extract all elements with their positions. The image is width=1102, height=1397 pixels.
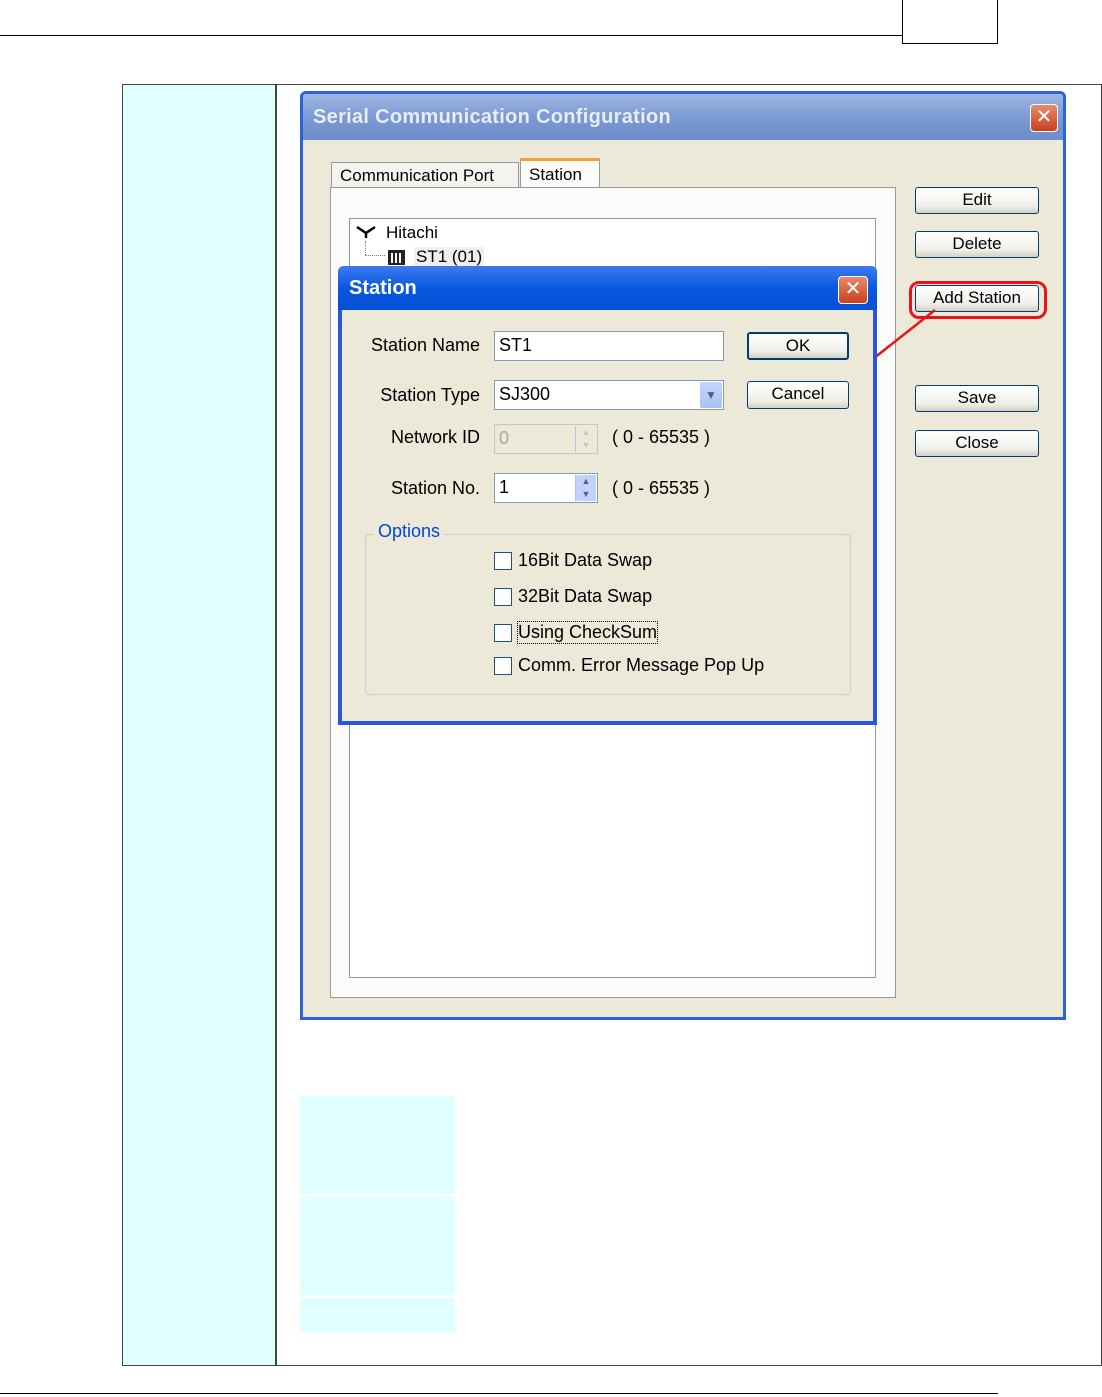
station-type-value: SJ300: [499, 384, 551, 404]
tree-item-st1[interactable]: ST1 (01): [414, 247, 485, 267]
tree-connector: [365, 255, 385, 257]
network-id-label: Network ID: [390, 427, 480, 447]
checkbox-32bit-swap[interactable]: [494, 588, 512, 606]
spin-arrows-icon: ▲ ▼: [575, 426, 596, 452]
table-cell-block-3: [300, 1298, 455, 1332]
checkbox-16bit-swap[interactable]: [494, 552, 512, 570]
station-dialog-titlebar[interactable]: Station ✕: [338, 266, 877, 310]
station-type-select[interactable]: SJ300 ▼: [494, 380, 724, 410]
station-no-stepper[interactable]: 1 ▲ ▼: [494, 473, 598, 503]
edit-button[interactable]: Edit: [915, 187, 1039, 214]
options-legend: Options: [374, 521, 445, 542]
checkbox-label[interactable]: Using CheckSum: [516, 621, 659, 644]
cancel-button[interactable]: Cancel: [747, 381, 849, 409]
close-button[interactable]: Close: [915, 430, 1039, 457]
network-icon: [356, 225, 376, 238]
header-rule: [0, 35, 903, 36]
tree-connector: [365, 241, 367, 255]
close-icon[interactable]: ✕: [1030, 104, 1058, 132]
station-device-icon: [388, 250, 405, 265]
checkbox-label[interactable]: Comm. Error Message Pop Up: [518, 655, 764, 676]
table-cell-block-2: [300, 1197, 455, 1295]
ok-button[interactable]: OK: [747, 332, 849, 360]
table-cell-block-1: [300, 1096, 455, 1194]
station-no-range: ( 0 - 65535 ): [612, 478, 711, 498]
footer-rule: [0, 1393, 998, 1394]
close-icon[interactable]: ✕: [838, 276, 868, 304]
station-name-input[interactable]: ST1: [494, 331, 724, 361]
checkbox-error-popup[interactable]: [494, 657, 512, 675]
checkbox-checksum[interactable]: [494, 624, 512, 642]
delete-button[interactable]: Delete: [915, 231, 1039, 258]
station-type-label: Station Type: [380, 385, 480, 405]
station-no-value: 1: [499, 477, 510, 497]
page-number-box: [902, 0, 998, 44]
spin-arrows-icon[interactable]: ▲ ▼: [575, 475, 596, 501]
checkbox-label[interactable]: 16Bit Data Swap: [518, 550, 652, 571]
dialog-title: Serial Communication Configuration: [313, 106, 671, 128]
checkbox-label[interactable]: 32Bit Data Swap: [518, 586, 652, 607]
station-no-label: Station No.: [390, 478, 480, 498]
network-id-range: ( 0 - 65535 ): [612, 427, 711, 447]
network-id-stepper: 0 ▲ ▼: [494, 424, 598, 454]
dialog-titlebar[interactable]: Serial Communication Configuration ✕: [303, 94, 1063, 140]
tab-communication-port[interactable]: Communication Port: [331, 162, 519, 190]
station-name-label: Station Name: [370, 335, 480, 355]
tree-root-hitachi[interactable]: Hitachi: [386, 223, 438, 243]
station-dialog-title: Station: [349, 277, 417, 299]
tab-station[interactable]: Station: [520, 158, 600, 190]
table-left-cell: [123, 85, 277, 1365]
save-button[interactable]: Save: [915, 385, 1039, 412]
network-id-value: 0: [499, 428, 510, 448]
chevron-down-icon[interactable]: ▼: [700, 382, 722, 408]
